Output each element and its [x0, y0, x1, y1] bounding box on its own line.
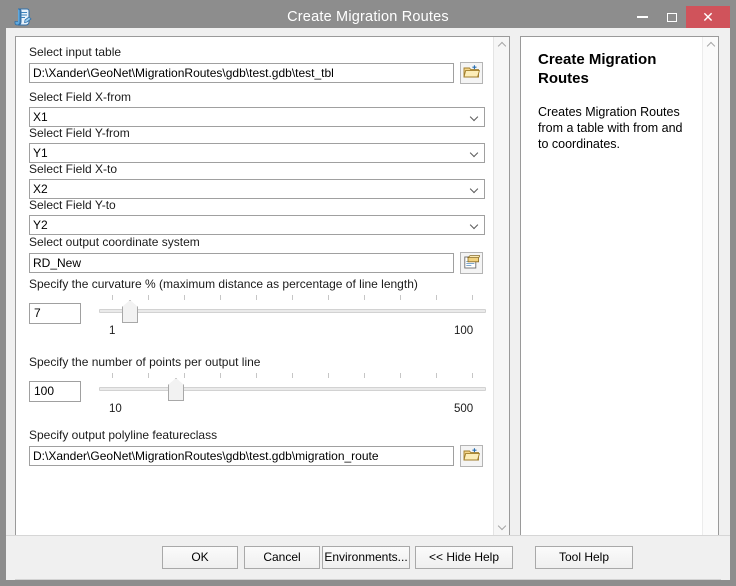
param-y-to: Select Field Y-to Y2: [29, 198, 485, 235]
chevron-up-icon: [707, 43, 715, 48]
scroll-up-button[interactable]: [494, 37, 509, 54]
points-per-line-value-input[interactable]: 100: [29, 381, 81, 402]
output-featureclass-browse-button[interactable]: [460, 445, 483, 467]
curvature-slider[interactable]: 1 100: [99, 295, 486, 337]
points-per-line-min-label: 10: [109, 403, 122, 415]
param-coordinate-system: Select output coordinate system RD_New: [29, 235, 485, 274]
dialog-body: Select input table D:\Xander\GeoNet\Migr…: [6, 28, 730, 580]
footer-divider: [15, 579, 721, 580]
open-folder-icon: [463, 64, 480, 82]
y-to-value: Y2: [33, 218, 48, 232]
chevron-down-icon: [470, 222, 479, 228]
chevron-down-icon: [470, 150, 479, 156]
maximize-icon: [666, 12, 677, 22]
curvature-slider-row: 7 1 100: [29, 295, 489, 337]
parameters-panel: Select input table D:\Xander\GeoNet\Migr…: [15, 36, 510, 536]
input-table-browse-button[interactable]: [460, 62, 483, 84]
curvature-value-input[interactable]: 7: [29, 303, 81, 324]
parameters-list: Select input table D:\Xander\GeoNet\Migr…: [16, 37, 494, 535]
close-button[interactable]: ✕: [686, 6, 730, 28]
window-controls: ✕: [628, 6, 730, 28]
param-x-from: Select Field X-from X1: [29, 90, 485, 127]
curvature-max-label: 100: [454, 325, 474, 337]
x-to-combo[interactable]: X2: [29, 179, 485, 199]
x-from-combo[interactable]: X1: [29, 107, 485, 127]
scroll-down-button[interactable]: [494, 518, 509, 535]
tool-help-button[interactable]: Tool Help: [535, 546, 633, 569]
help-body: Creates Migration Routes from a table wi…: [538, 105, 683, 151]
window-title: Create Migration Routes: [287, 9, 449, 25]
param-output-featureclass: Specify output polyline featureclass D:\…: [29, 428, 485, 467]
create-migration-routes-dialog: Create Migration Routes ✕ Select input t…: [0, 0, 736, 586]
chevron-up-icon: [498, 43, 506, 48]
points-per-line-slider-row: 100 10 500: [29, 373, 489, 415]
curvature-slider-ticks: [112, 295, 473, 300]
output-featureclass-field[interactable]: D:\Xander\GeoNet\MigrationRoutes\gdb\tes…: [29, 446, 454, 466]
help-title: Create Migration Routes: [538, 51, 657, 87]
points-per-line-slider[interactable]: 10 500: [99, 373, 486, 415]
ok-button[interactable]: OK: [162, 546, 238, 569]
points-per-line-max-label: 500: [454, 403, 474, 415]
param-input-table: Select input table D:\Xander\GeoNet\Migr…: [29, 45, 485, 84]
curvature-min-label: 1: [109, 325, 116, 337]
help-content: Create Migration Routes Creates Migratio…: [521, 37, 702, 535]
y-from-label: Select Field Y-from: [29, 126, 130, 140]
minimize-icon: [637, 16, 648, 18]
curvature-label: Specify the curvature % (maximum distanc…: [29, 277, 418, 291]
coordinate-system-browse-button[interactable]: [460, 252, 483, 274]
dialog-footer: OK Cancel Environments... << Hide Help T…: [6, 535, 730, 580]
x-from-label: Select Field X-from: [29, 90, 132, 104]
points-per-line-slider-thumb[interactable]: [168, 378, 184, 401]
spatial-reference-properties-icon: [463, 254, 482, 272]
help-scrollbar[interactable]: [702, 37, 718, 535]
x-to-label: Select Field X-to: [29, 162, 118, 176]
points-per-line-slider-ticks: [112, 373, 473, 378]
input-table-label: Select input table: [29, 45, 122, 59]
points-per-line-slider-track[interactable]: [99, 387, 486, 391]
y-to-combo[interactable]: Y2: [29, 215, 485, 235]
chevron-down-icon: [470, 114, 479, 120]
y-from-value: Y1: [33, 146, 48, 160]
param-y-from: Select Field Y-from Y1: [29, 126, 485, 163]
cancel-button[interactable]: Cancel: [244, 546, 320, 569]
x-from-value: X1: [33, 110, 48, 124]
help-scroll-up-button[interactable]: [703, 37, 718, 54]
curvature-slider-track[interactable]: [99, 309, 486, 313]
chevron-down-icon: [470, 186, 479, 192]
open-folder-icon: [463, 447, 480, 465]
param-x-to: Select Field X-to X2: [29, 162, 485, 199]
help-panel: Create Migration Routes Creates Migratio…: [520, 36, 719, 536]
title-bar[interactable]: Create Migration Routes ✕: [6, 6, 730, 28]
script-tool-icon: [12, 6, 34, 28]
curvature-slider-thumb[interactable]: [122, 300, 138, 323]
hide-help-button[interactable]: << Hide Help: [415, 546, 513, 569]
points-per-line-label: Specify the number of points per output …: [29, 355, 261, 369]
coordinate-system-label: Select output coordinate system: [29, 235, 200, 249]
x-to-value: X2: [33, 182, 48, 196]
parameters-scrollbar[interactable]: [493, 37, 509, 535]
environments-button[interactable]: Environments...: [322, 546, 410, 569]
minimize-button[interactable]: [628, 6, 657, 28]
y-from-combo[interactable]: Y1: [29, 143, 485, 163]
param-points-per-line: Specify the number of points per output …: [29, 355, 489, 415]
maximize-button[interactable]: [657, 6, 686, 28]
chevron-down-icon: [498, 524, 506, 529]
y-to-label: Select Field Y-to: [29, 198, 116, 212]
coordinate-system-field[interactable]: RD_New: [29, 253, 454, 273]
output-featureclass-label: Specify output polyline featureclass: [29, 428, 218, 442]
param-curvature: Specify the curvature % (maximum distanc…: [29, 277, 489, 337]
input-table-field[interactable]: D:\Xander\GeoNet\MigrationRoutes\gdb\tes…: [29, 63, 454, 83]
